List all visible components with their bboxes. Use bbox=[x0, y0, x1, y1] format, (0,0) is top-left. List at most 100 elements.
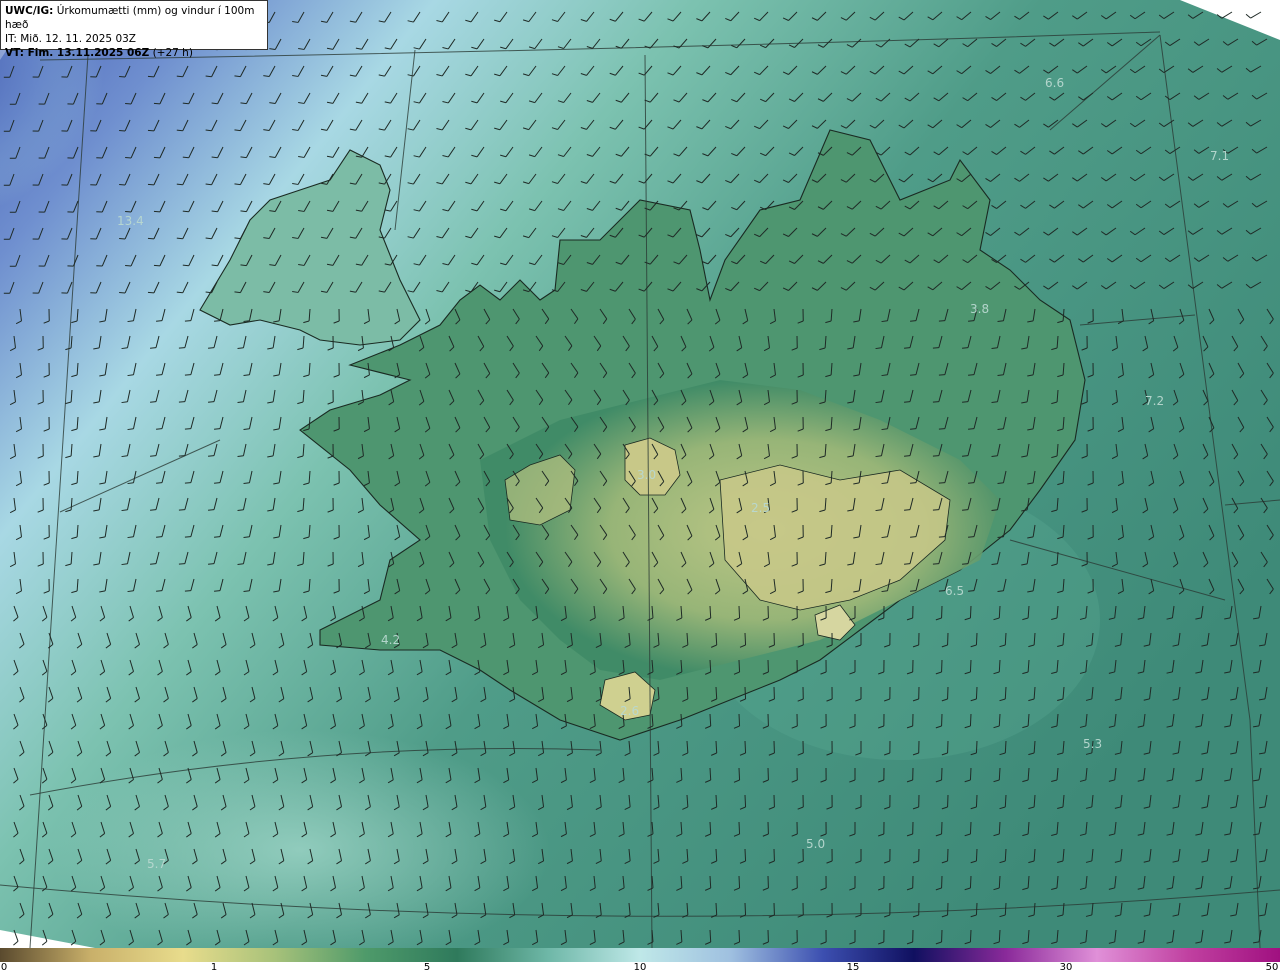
wind-barb-flag bbox=[910, 320, 917, 322]
wind-barb-flag bbox=[904, 455, 911, 457]
wind-barb-flag bbox=[968, 536, 975, 538]
wind-barb-flag bbox=[176, 183, 183, 186]
wind-barb bbox=[744, 686, 747, 700]
wind-barb-flag bbox=[214, 428, 221, 430]
wind-barb-flag bbox=[153, 264, 160, 267]
wind-barb-flag bbox=[968, 482, 975, 484]
wind-barb-flag bbox=[910, 536, 917, 538]
wind-barb-flag bbox=[156, 374, 163, 376]
wind-barb bbox=[715, 848, 718, 862]
wind-barb-flag bbox=[176, 291, 183, 294]
wind-barb-flag bbox=[147, 183, 154, 186]
wind-barb-flag bbox=[208, 509, 215, 511]
map-label: 6.6 bbox=[1045, 76, 1064, 90]
wind-barb-flag bbox=[962, 347, 969, 349]
colorbar-tick: 50 bbox=[1265, 962, 1279, 973]
wind-barb bbox=[709, 875, 712, 889]
wind-barb-flag bbox=[150, 347, 157, 349]
wind-barb-flag bbox=[184, 590, 191, 592]
wind-barb-flag bbox=[150, 563, 157, 565]
colorbar-tick: 30 bbox=[1059, 962, 1073, 973]
colorbar-tick: 10 bbox=[633, 962, 647, 973]
wind-barb-flag bbox=[182, 210, 189, 213]
wind-barb bbox=[975, 686, 978, 700]
wind-barb bbox=[715, 902, 718, 916]
wind-barb-flag bbox=[182, 102, 189, 105]
init-time: IT: Mið. 12. 11. 2025 03Z bbox=[5, 33, 136, 45]
wind-barb-flag bbox=[214, 536, 221, 538]
wind-barb-flag bbox=[205, 75, 212, 78]
wind-barb-flag bbox=[147, 237, 154, 240]
wind-barb bbox=[738, 659, 741, 673]
wind-barb-flag bbox=[211, 210, 218, 213]
wind-barb bbox=[709, 713, 712, 727]
colorbar-tick: 0 bbox=[0, 962, 8, 973]
map-label: 13.4 bbox=[117, 214, 144, 228]
wind-barb-flag bbox=[938, 374, 945, 376]
wind-barb bbox=[709, 929, 712, 943]
wind-barb-flag bbox=[182, 264, 189, 267]
wind-barb-flag bbox=[178, 401, 185, 403]
wind-barb bbox=[709, 605, 712, 619]
wind-barb-flag bbox=[41, 940, 48, 946]
wind-barb-flag bbox=[214, 590, 221, 592]
wind-barb-flag bbox=[208, 347, 215, 349]
wind-barb-flag bbox=[214, 374, 221, 376]
wind-barb-flag bbox=[904, 509, 911, 511]
wind-barb bbox=[744, 902, 747, 916]
wind-barb bbox=[715, 686, 718, 700]
map-label: 4.2 bbox=[381, 633, 400, 647]
wind-barb-flag bbox=[208, 563, 215, 565]
wind-barb bbox=[969, 875, 972, 889]
wind-barb bbox=[709, 821, 712, 835]
wind-barb-flag bbox=[208, 401, 215, 403]
wind-barb bbox=[709, 767, 712, 781]
wind-barb-flag bbox=[150, 401, 157, 403]
wind-barb bbox=[738, 605, 741, 619]
wind-barb-flag bbox=[205, 237, 212, 240]
wind-barb bbox=[744, 794, 747, 808]
wind-barb bbox=[744, 848, 747, 862]
map-label: 5.0 bbox=[806, 837, 825, 851]
wind-barb bbox=[975, 740, 978, 754]
wind-barb-flag bbox=[910, 374, 917, 376]
wind-barb-flag bbox=[910, 590, 917, 592]
wind-barb-flag bbox=[184, 482, 191, 484]
wind-barb-flag bbox=[938, 536, 945, 538]
valid-time: VT: Fim. 13.11.2025 06Z bbox=[5, 47, 150, 59]
colorbar-tick: 5 bbox=[423, 962, 431, 973]
wind-barb-flag bbox=[968, 374, 975, 376]
map-label: 2.5 bbox=[751, 501, 770, 515]
wind-barb bbox=[1221, 11, 1233, 19]
wind-barb-flag bbox=[962, 563, 969, 565]
map-label: 6.5 bbox=[945, 584, 964, 598]
colorbar-tick: 15 bbox=[846, 962, 860, 973]
wind-barb-flag bbox=[150, 509, 157, 511]
wind-barb-flag bbox=[910, 482, 917, 484]
wind-barb bbox=[969, 659, 972, 673]
map-label: 7.2 bbox=[1145, 394, 1164, 408]
wind-barb-flag bbox=[176, 75, 183, 78]
wind-barb-flag bbox=[962, 455, 969, 457]
wind-barb-flag bbox=[932, 455, 939, 457]
wind-barb-flag bbox=[904, 347, 911, 349]
wind-barb-flag bbox=[211, 264, 218, 267]
wind-barb-flag bbox=[178, 563, 185, 565]
wind-barb-flag bbox=[968, 590, 975, 592]
wind-barb-flag bbox=[176, 129, 183, 132]
wind-barb-flag bbox=[184, 374, 191, 376]
wind-barb bbox=[969, 605, 972, 619]
wind-barb bbox=[738, 929, 741, 943]
wind-barb-flag bbox=[968, 320, 975, 322]
map-label: 2.6 bbox=[620, 704, 639, 718]
wind-barb-flag bbox=[1245, 13, 1251, 19]
wind-barb-flag bbox=[156, 536, 163, 538]
wind-barb-flag bbox=[214, 482, 221, 484]
wind-barb-flag bbox=[211, 156, 218, 159]
wind-barb-flag bbox=[938, 428, 945, 430]
wind-barb bbox=[738, 713, 741, 727]
wind-barb-flag bbox=[147, 75, 154, 78]
wind-barb-flag bbox=[938, 482, 945, 484]
wind-barb-flag bbox=[156, 590, 163, 592]
forecast-info-box: UWC/IG: Úrkomumætti (mm) og vindur í 100… bbox=[0, 0, 268, 59]
